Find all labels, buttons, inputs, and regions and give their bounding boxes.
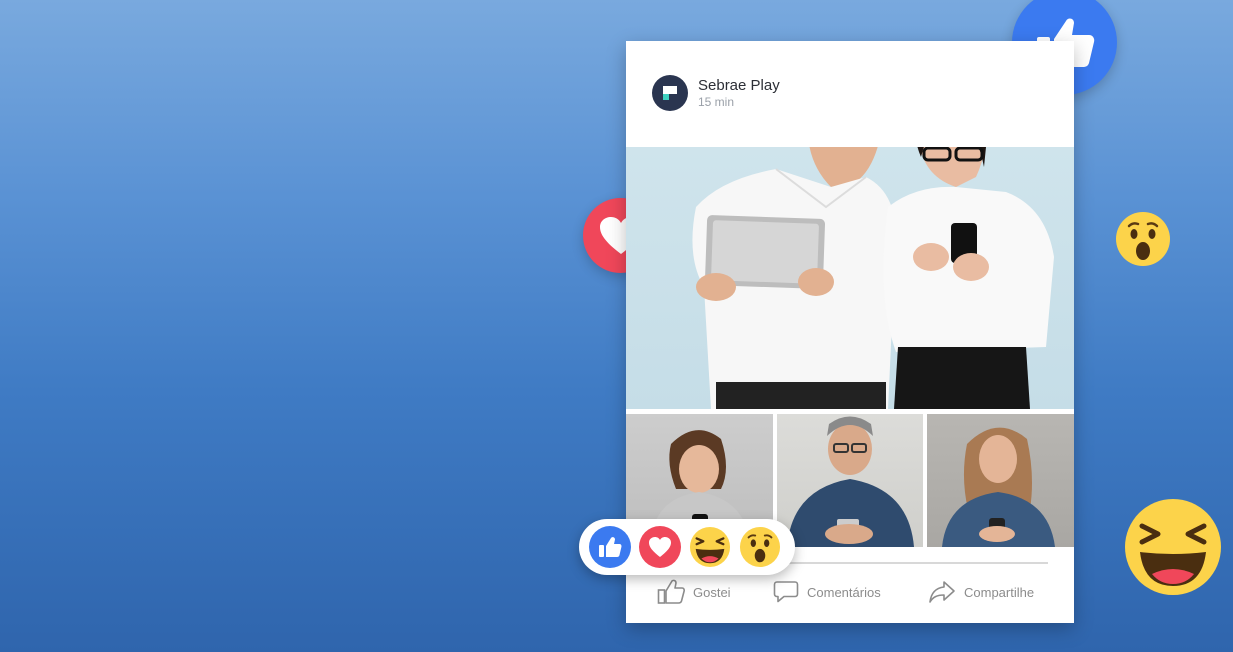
thumbs-up-icon xyxy=(657,579,685,604)
page-avatar[interactable] xyxy=(652,75,688,111)
reaction-wow-button[interactable] xyxy=(739,526,781,568)
photo-thumbnail[interactable] xyxy=(776,414,924,547)
comment-icon xyxy=(773,581,799,603)
comments-label: Comentários xyxy=(807,584,881,600)
photo-thumbnail[interactable] xyxy=(927,414,1074,547)
page-name[interactable]: Sebrae Play xyxy=(698,77,780,95)
share-arrow-icon xyxy=(929,581,955,603)
sebrae-play-logo-icon xyxy=(663,86,677,100)
haha-icon xyxy=(689,526,731,568)
reaction-like-button[interactable] xyxy=(589,526,631,568)
reaction-haha-button[interactable] xyxy=(689,526,731,568)
post-actions: Gostei Comentários Compartilhe xyxy=(626,574,1074,610)
main-post-photo[interactable] xyxy=(626,147,1074,409)
comment-button[interactable]: Comentários xyxy=(773,580,881,604)
share-button[interactable]: Compartilhe xyxy=(928,580,1034,604)
like-button[interactable]: Gostei xyxy=(657,579,731,605)
like-icon xyxy=(599,537,622,557)
floating-haha-icon xyxy=(1124,498,1222,596)
reaction-love-button[interactable] xyxy=(639,526,681,568)
wow-icon xyxy=(739,526,781,568)
reaction-bar xyxy=(579,519,795,575)
post-header: Sebrae Play 15 min xyxy=(652,73,780,113)
share-label: Compartilhe xyxy=(964,584,1035,600)
floating-wow-icon xyxy=(1115,211,1171,267)
love-icon xyxy=(649,537,671,557)
post-time[interactable]: 15 min xyxy=(698,95,780,109)
like-label: Gostei xyxy=(693,584,731,600)
